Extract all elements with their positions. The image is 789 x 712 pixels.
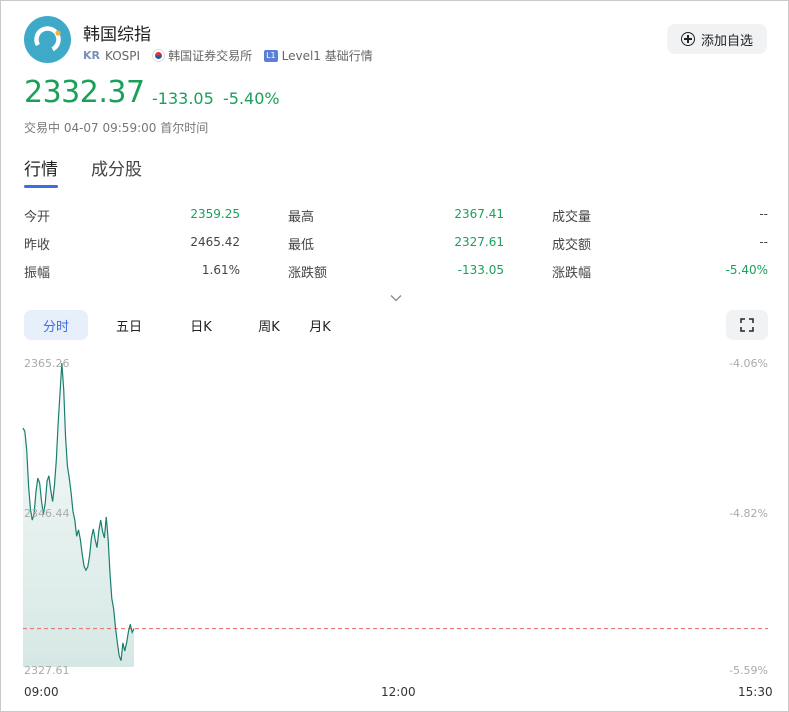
y-axis-left-tick: 2327.61 bbox=[24, 664, 70, 677]
stat-turnover-value: -- bbox=[759, 235, 768, 249]
x-axis-tick: 15:30 bbox=[738, 685, 773, 699]
index-meta: KR KOSPI 韩国证券交易所 L1 Level1 基础行情 bbox=[83, 47, 373, 64]
stat-volume-value: -- bbox=[759, 207, 768, 221]
stat-open-value: 2359.25 bbox=[190, 207, 240, 221]
period-tab-daily[interactable]: 日K bbox=[173, 310, 229, 340]
add-favorite-label: 添加自选 bbox=[700, 33, 753, 49]
price-change: -133.05 bbox=[152, 89, 214, 108]
stat-change-label: 涨跌额 bbox=[288, 266, 328, 281]
level-badge: L1 bbox=[264, 49, 278, 62]
fullscreen-icon bbox=[740, 318, 754, 332]
stat-open-label: 今开 bbox=[24, 210, 51, 225]
y-axis-left-tick: 2346.44 bbox=[24, 507, 70, 520]
exchange-name: 韩国证券交易所 bbox=[168, 49, 253, 63]
last-price: 2332.37 bbox=[24, 75, 145, 110]
stat-change-pct-value: -5.40% bbox=[725, 263, 768, 277]
period-tab-monthly[interactable]: 月K bbox=[292, 310, 348, 340]
ticker: KOSPI bbox=[105, 48, 141, 63]
intraday-chart[interactable] bbox=[1, 351, 788, 686]
y-axis-left-tick: 2365.26 bbox=[24, 357, 70, 370]
level-text: Level1 基础行情 bbox=[281, 49, 373, 63]
plus-circle-icon bbox=[680, 32, 695, 46]
period-tab-intraday[interactable]: 分时 bbox=[24, 310, 88, 340]
y-axis-right-tick: -4.06% bbox=[729, 357, 768, 370]
stat-turnover-label: 成交额 bbox=[552, 238, 592, 253]
period-tab-5day[interactable]: 五日 bbox=[101, 310, 157, 340]
add-favorite-button[interactable]: 添加自选 bbox=[667, 24, 767, 54]
stat-change-value: -133.05 bbox=[457, 263, 504, 277]
tab-quote[interactable]: 行情 bbox=[24, 155, 58, 180]
stat-prev-close-value: 2465.42 bbox=[190, 235, 240, 249]
stat-high-label: 最高 bbox=[288, 210, 315, 225]
active-tab-indicator bbox=[24, 185, 58, 188]
price-change-percent: -5.40% bbox=[223, 89, 280, 108]
stat-change-pct-label: 涨跌幅 bbox=[552, 266, 592, 281]
stat-high-value: 2367.41 bbox=[454, 207, 504, 221]
stat-low-value: 2327.61 bbox=[454, 235, 504, 249]
trading-status: 交易中 04-07 09:59:00 首尔时间 bbox=[24, 121, 209, 135]
x-axis-tick: 09:00 bbox=[24, 685, 59, 699]
stat-volume-label: 成交量 bbox=[552, 210, 592, 225]
kospi-logo-icon bbox=[24, 16, 71, 63]
period-tab-weekly[interactable]: 周K bbox=[241, 310, 297, 340]
y-axis-right-tick: -4.82% bbox=[729, 507, 768, 520]
market-badge: KR bbox=[83, 49, 100, 62]
index-name: 韩国综指 bbox=[83, 25, 151, 45]
stat-amplitude-value: 1.61% bbox=[201, 263, 240, 277]
korea-flag-icon bbox=[152, 49, 166, 62]
stat-prev-close-label: 昨收 bbox=[24, 238, 51, 253]
stat-low-label: 最低 bbox=[288, 238, 315, 253]
chevron-down-icon[interactable] bbox=[389, 288, 403, 302]
fullscreen-button[interactable] bbox=[726, 310, 768, 340]
x-axis-tick: 12:00 bbox=[381, 685, 416, 699]
quote-panel: 韩国综指 KR KOSPI 韩国证券交易所 L1 Level1 基础行情 添加自… bbox=[0, 0, 789, 712]
y-axis-right-tick: -5.59% bbox=[729, 664, 768, 677]
stat-amplitude-label: 振幅 bbox=[24, 266, 51, 281]
tab-constituents[interactable]: 成分股 bbox=[91, 155, 142, 180]
